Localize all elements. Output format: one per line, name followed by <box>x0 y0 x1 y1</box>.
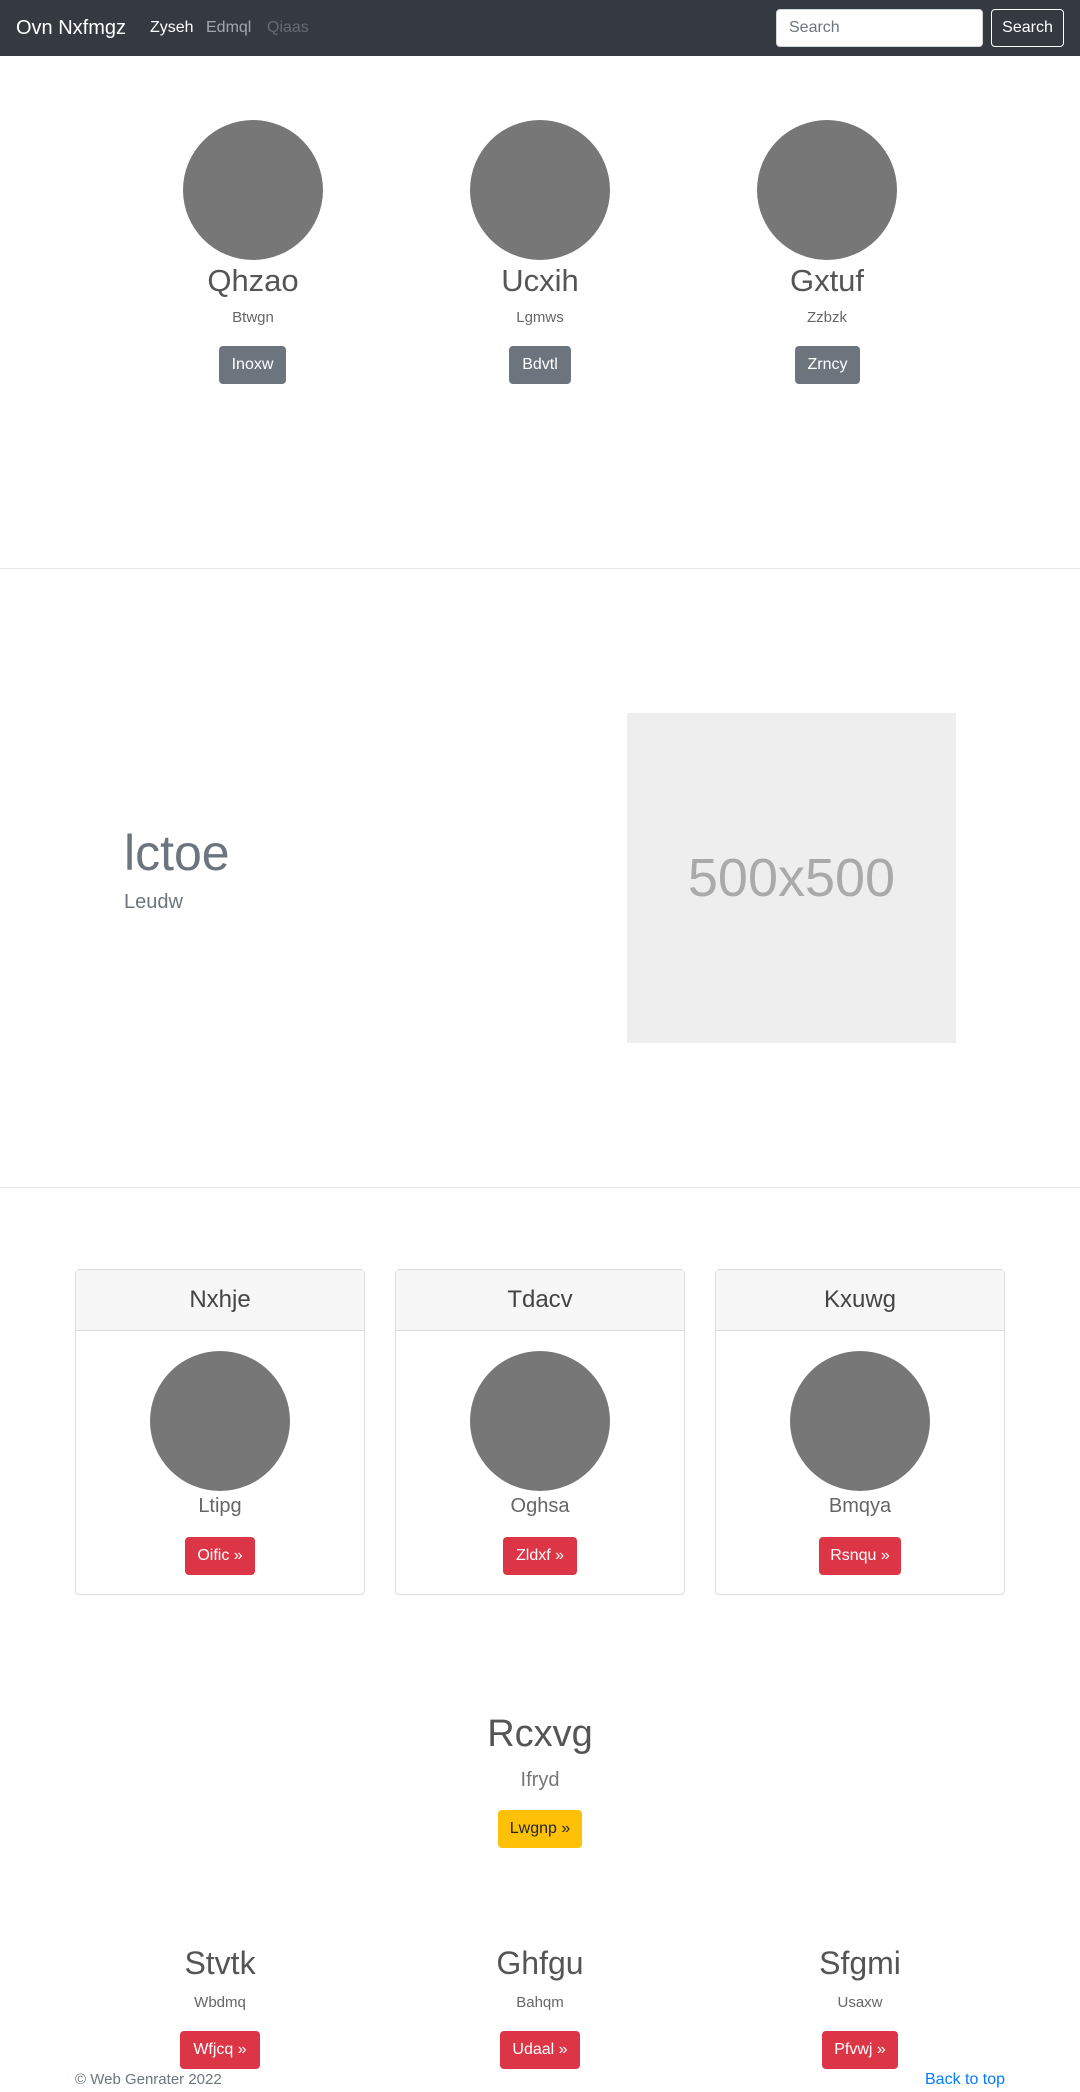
team-name: Ucxih <box>501 263 579 298</box>
card-subtitle: Ltipg <box>198 1495 242 1517</box>
avatar <box>757 120 897 260</box>
card-title: Tdacv <box>396 1270 684 1331</box>
column-subtitle: Usaxw <box>837 1994 883 2011</box>
divider <box>0 1187 1080 1188</box>
placeholder-label: 500x500 <box>687 848 896 908</box>
card-subtitle: Oghsa <box>510 1495 570 1517</box>
navbar: Ovn Nxfmgz Zyseh Edmql Qiaas Search <box>0 0 1080 56</box>
column-title: Ghfgu <box>496 1945 584 1981</box>
team-name: Gxtuf <box>789 263 865 298</box>
avatar <box>183 120 323 260</box>
search-button[interactable]: Search <box>991 9 1064 47</box>
footer-copyright: © Web Genrater 2022 <box>75 2071 222 2088</box>
team-button-inoxw[interactable]: Inoxw <box>219 346 286 384</box>
column-subtitle: Bahqm <box>516 1994 564 2011</box>
nav-link-edmql[interactable]: Edmql <box>206 18 251 38</box>
column-button-pfvwj[interactable]: Pfvwj » <box>822 2031 898 2069</box>
card-button-oific[interactable]: Oific » <box>185 1537 255 1575</box>
avatar <box>790 1351 930 1491</box>
nav-link-qiaas: Qiaas <box>267 19 309 36</box>
avatar <box>150 1351 290 1491</box>
team-button-bdvtl[interactable]: Bdvtl <box>509 346 571 384</box>
column-title: Stvtk <box>184 1945 256 1981</box>
callout-button-lwgnp[interactable]: Lwgnp » <box>498 1810 582 1848</box>
feature-subtitle: Leudw <box>124 891 183 913</box>
feature-title: lctoe <box>124 825 230 881</box>
brand-link[interactable]: Ovn Nxfmgz <box>16 16 126 40</box>
team-role: Zzbzk <box>806 309 847 326</box>
nav-link-zyseh[interactable]: Zyseh <box>150 18 194 38</box>
column-button-wfjcq[interactable]: Wfjcq » <box>180 2031 260 2069</box>
avatar <box>470 120 610 260</box>
card: Tdacv Oghsa Zldxf » <box>395 1269 685 1595</box>
column-title: Sfgmi <box>819 1945 901 1981</box>
card-title: Kxuwg <box>716 1270 1004 1331</box>
back-to-top-link[interactable]: Back to top <box>925 2071 1005 2089</box>
card-subtitle: Bmqya <box>828 1495 892 1517</box>
card-button-rsnqu[interactable]: Rsnqu » <box>819 1537 901 1575</box>
card-button-zldxf[interactable]: Zldxf » <box>503 1537 577 1575</box>
team-name: Qhzao <box>207 263 299 298</box>
card: Nxhje Ltipg Oific » <box>75 1269 365 1595</box>
divider <box>0 568 1080 569</box>
placeholder-image: 500x500 <box>627 713 956 1043</box>
card: Kxuwg Bmqya Rsnqu » <box>715 1269 1005 1595</box>
team-role: Lgmws <box>516 309 564 326</box>
team-role: Btwgn <box>232 309 274 326</box>
team-button-zrncy[interactable]: Zrncy <box>795 346 860 384</box>
callout-title: Rcxvg <box>487 1713 593 1755</box>
column-subtitle: Wbdmq <box>194 1994 246 2011</box>
card-title: Nxhje <box>76 1270 364 1331</box>
callout-subtitle: Ifryd <box>520 1769 560 1791</box>
column-button-udaal[interactable]: Udaal » <box>500 2031 580 2069</box>
search-input[interactable] <box>776 9 983 47</box>
avatar <box>470 1351 610 1491</box>
